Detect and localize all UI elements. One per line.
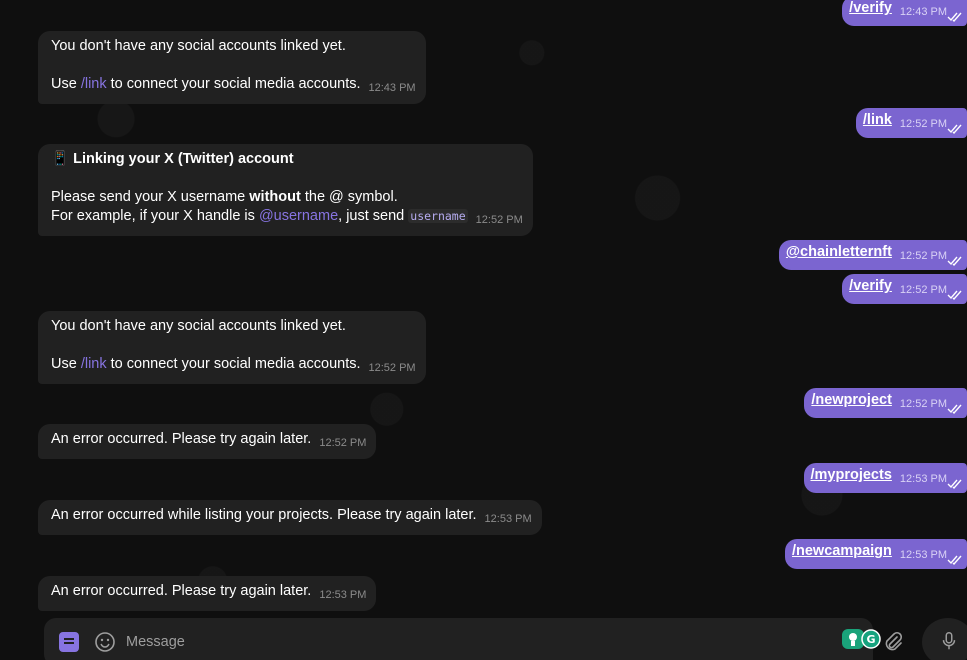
message-text: to connect your social media accounts. [106, 356, 361, 372]
message-time: 12:52 PM [368, 362, 416, 374]
message-text: , just send [338, 208, 409, 224]
message-time: 12:52 PM [899, 250, 947, 262]
double-check-icon [947, 12, 962, 22]
message-text: Use [51, 76, 81, 92]
svg-text:G: G [866, 633, 875, 646]
command-link[interactable]: /newproject [811, 392, 892, 408]
outgoing-message: @chainletternft 12:52 PM [778, 240, 967, 270]
double-check-icon [947, 124, 962, 134]
message-input[interactable] [126, 632, 826, 652]
message-bold: without [249, 189, 301, 205]
incoming-message: An error occurred. Please try again late… [38, 424, 377, 459]
message-time: 12:52 PM [319, 437, 367, 449]
message-text: An error occurred. Please try again late… [51, 431, 312, 447]
message-time: 12:52 PM [899, 398, 947, 410]
microphone-button[interactable] [922, 618, 967, 660]
microphone-icon [942, 632, 956, 650]
command-link[interactable]: /verify [849, 0, 892, 16]
double-check-icon [947, 404, 962, 414]
outgoing-message: /verify 12:52 PM [842, 274, 967, 304]
mention-link[interactable]: @chainletternft [786, 244, 892, 260]
inline-code[interactable]: username [408, 209, 468, 223]
message-text: An error occurred. Please try again late… [51, 583, 312, 599]
outgoing-message: /link 12:52 PM [855, 108, 967, 138]
message-text: Please send your X username [51, 189, 250, 205]
incoming-message: You don't have any social accounts linke… [38, 311, 426, 384]
command-link[interactable]: /newcampaign [792, 543, 892, 559]
message-text: to connect your social media accounts. [106, 76, 361, 92]
command-link[interactable]: /verify [849, 278, 892, 294]
phone-emoji-icon: 📱 [51, 151, 70, 167]
double-check-icon [947, 555, 962, 565]
chat-area: /verify 12:43 PM You don't have any socia… [0, 0, 967, 660]
incoming-message: An error occurred while listing your pro… [38, 500, 542, 535]
outgoing-message: /newcampaign 12:53 PM [784, 539, 967, 569]
outgoing-message: /myprojects 12:53 PM [803, 463, 967, 493]
message-time: 12:52 PM [899, 284, 947, 296]
message-text: the @ symbol. [300, 189, 398, 205]
double-check-icon [947, 479, 962, 489]
bot-menu-icon[interactable] [59, 632, 79, 652]
double-check-icon [947, 256, 962, 266]
incoming-message: An error occurred. Please try again late… [38, 576, 377, 611]
message-time: 12:43 PM [899, 6, 947, 18]
message-time: 12:52 PM [899, 118, 947, 130]
message-time: 12:53 PM [899, 549, 947, 561]
command-link[interactable]: /link [863, 112, 892, 128]
message-composer: G [44, 618, 903, 660]
message-text: You don't have any social accounts linke… [51, 318, 346, 334]
message-time: 12:53 PM [484, 513, 532, 525]
message-text: You don't have any social accounts linke… [51, 38, 346, 54]
incoming-message: You don't have any social accounts linke… [38, 31, 426, 104]
outgoing-message: /newproject 12:52 PM [804, 388, 967, 418]
message-time: 12:53 PM [319, 589, 367, 601]
message-text: Use [51, 356, 81, 372]
message-title: Linking your X (Twitter) account [73, 151, 294, 167]
outgoing-message: /verify 12:43 PM [842, 0, 967, 26]
command-link[interactable]: /myprojects [811, 467, 892, 483]
mention-link[interactable]: @username [259, 208, 338, 224]
extension-icon[interactable]: G [842, 628, 882, 650]
message-text: An error occurred while listing your pro… [51, 507, 477, 523]
double-check-icon [947, 290, 962, 300]
command-link[interactable]: /link [81, 356, 107, 372]
command-link[interactable]: /link [81, 76, 107, 92]
message-text: For example, if your X handle is [51, 208, 259, 224]
emoji-icon[interactable] [94, 631, 116, 653]
message-time: 12:52 PM [475, 214, 523, 226]
message-time: 12:43 PM [368, 82, 416, 94]
incoming-message: 📱 Linking your X (Twitter) account Pleas… [38, 144, 533, 236]
attach-icon[interactable] [882, 631, 904, 653]
message-time: 12:53 PM [899, 473, 947, 485]
